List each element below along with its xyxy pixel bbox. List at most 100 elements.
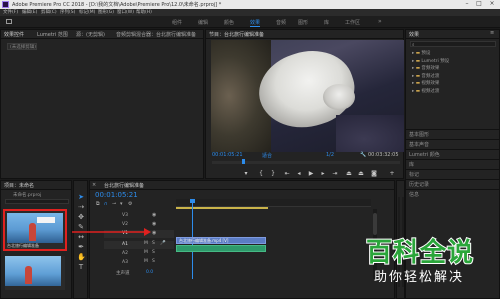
track-header-v3[interactable]: V3 ◉ <box>104 212 174 220</box>
mark-in-icon[interactable]: { <box>257 170 265 178</box>
export-frame-icon[interactable]: ◙ <box>370 170 378 178</box>
track-label: A2 <box>122 251 128 256</box>
tree-item-lumetri-presets[interactable]: ▸ ▬ Lumetri 预设 <box>412 58 449 66</box>
snap-icon[interactable]: ∩ <box>104 201 108 207</box>
lift-icon[interactable]: ⏏ <box>345 170 353 178</box>
menu-window[interactable]: 窗口(W) <box>117 9 134 15</box>
tree-item-audio-effects[interactable]: ▸ ▬ 音频效果 <box>412 65 449 73</box>
tab-effect-controls[interactable]: 效果控件 <box>4 31 24 38</box>
add-marker-icon[interactable]: ▾ <box>242 170 250 178</box>
clip-thumbnail[interactable] <box>5 256 65 290</box>
section-markers[interactable]: 标记 <box>409 171 419 178</box>
master-value[interactable]: 0.0 <box>146 270 153 275</box>
workspace-tab-effects[interactable]: 效果 <box>250 19 261 27</box>
section-essential-sound[interactable]: 基本声音 <box>409 141 429 148</box>
tree-item-presets[interactable]: ▸ ▬ 预设 <box>412 50 449 58</box>
minimize-button[interactable]: – <box>462 0 472 9</box>
tree-item-video-effects[interactable]: ▸ ▬ 视频效果 <box>412 80 449 88</box>
maximize-button[interactable]: □ <box>474 0 484 9</box>
playhead-marker[interactable] <box>242 159 245 164</box>
workspace-tab-color[interactable]: 颜色 <box>224 19 234 26</box>
panel-menu-icon[interactable]: ≡ <box>490 30 494 36</box>
type-tool-icon[interactable]: T <box>77 263 85 271</box>
fit-dropdown[interactable]: 适合 <box>262 152 272 159</box>
track-header-a1[interactable]: A1 M S 🎤 <box>104 241 174 249</box>
go-to-out-icon[interactable]: ⇥ <box>331 170 339 178</box>
section-lumetri-color[interactable]: Lumetri 颜色 <box>409 151 440 158</box>
mark-out-icon[interactable]: } <box>269 170 277 178</box>
extract-icon[interactable]: ⏏ <box>357 170 365 178</box>
solo-icon[interactable]: S <box>152 241 155 246</box>
settings-icon[interactable]: ⚙ <box>128 201 132 207</box>
track-header-a3[interactable]: A3 M S <box>104 259 174 267</box>
menu-marker[interactable]: 标记(M) <box>79 9 95 15</box>
menu-sequence[interactable]: 序列(S) <box>60 9 75 15</box>
mute-icon[interactable]: M <box>144 259 148 264</box>
resolution-dropdown[interactable]: 1/2 <box>326 152 334 158</box>
menu-file[interactable]: 文件(F) <box>3 9 18 15</box>
effects-title[interactable]: 效果 <box>409 31 419 38</box>
close-button[interactable]: × <box>487 0 497 9</box>
playhead-handle[interactable] <box>190 199 195 203</box>
clip-thumbnail-selected[interactable]: 台北旅行编辑准备 <box>3 209 67 251</box>
effects-search-input[interactable]: ⌕ <box>410 41 496 48</box>
timeline-tab[interactable]: 台北旅行编辑准备 <box>104 182 144 189</box>
eye-icon[interactable]: ◉ <box>152 212 156 218</box>
ripple-edit-tool-icon[interactable]: ✥ <box>77 213 85 221</box>
menu-graphics[interactable]: 图形(G) <box>98 9 114 15</box>
mute-icon[interactable]: M <box>144 250 148 255</box>
solo-icon[interactable]: S <box>152 259 155 264</box>
section-history[interactable]: 历史记录 <box>409 181 429 188</box>
nest-toggle-icon[interactable]: ⧉ <box>96 201 100 207</box>
go-to-in-icon[interactable]: ⇤ <box>283 170 291 178</box>
tab-audio-clip-mixer[interactable]: 音频剪辑混合器：台北旅行编辑准备 <box>116 31 196 38</box>
playhead-scrubber[interactable] <box>212 159 400 164</box>
tab-lumetri-scopes[interactable]: Lumetri 范围 <box>37 31 68 38</box>
menu-edit[interactable]: 编辑(E) <box>22 9 37 15</box>
hand-tool-icon[interactable]: ✋ <box>77 253 86 261</box>
workspace-tab-editing[interactable]: 编辑 <box>198 19 208 26</box>
selection-tool-icon[interactable]: ➤ <box>77 193 85 201</box>
workspace-overflow-icon[interactable]: » <box>378 18 382 25</box>
add-marker-icon[interactable]: ▾ <box>120 201 123 207</box>
workspace-tab-audio[interactable]: 音频 <box>276 19 286 26</box>
mute-icon[interactable]: M <box>144 241 148 246</box>
time-ruler[interactable] <box>176 199 371 207</box>
program-timecode[interactable]: 00:01:05:21 <box>212 152 243 158</box>
program-title[interactable]: 节目：台北旅行编辑准备 <box>209 31 264 38</box>
section-libraries[interactable]: 库 <box>409 161 414 168</box>
video-clip[interactable]: 台北旅行编辑准备.mp4 [V] <box>176 237 266 244</box>
step-back-icon[interactable]: ◂ <box>295 170 303 178</box>
mic-icon[interactable]: 🎤 <box>160 241 166 246</box>
linked-selection-icon[interactable]: ⊸ <box>112 201 116 207</box>
tab-source[interactable]: 源：(无剪辑) <box>76 31 105 38</box>
track-header-a2[interactable]: A2 M S <box>104 250 174 258</box>
audio-clip[interactable] <box>176 245 266 252</box>
timeline-timecode[interactable]: 00:01:05:21 <box>95 191 138 199</box>
section-info[interactable]: 信息 <box>409 191 419 198</box>
work-area-bar[interactable] <box>176 207 268 209</box>
button-editor-icon[interactable]: + <box>388 170 396 178</box>
wrench-icon[interactable]: 🔧 <box>360 152 366 158</box>
tree-item-video-transitions[interactable]: ▸ ▬ 视频过渡 <box>412 88 449 96</box>
workspace-tab-assembly[interactable]: 组件 <box>172 19 182 26</box>
menu-help[interactable]: 帮助(H) <box>136 9 152 15</box>
master-track-header[interactable]: 主声道 0.0 <box>104 269 174 277</box>
workspace-tab-more[interactable]: 工作区 <box>345 19 360 26</box>
pen-tool-icon[interactable]: ✒ <box>77 243 85 251</box>
home-icon[interactable] <box>6 19 12 24</box>
menu-clip[interactable]: 剪辑(C) <box>41 9 57 15</box>
project-search-input[interactable] <box>5 199 69 204</box>
project-title[interactable]: 项目：未命名 <box>4 182 34 189</box>
close-tab-icon[interactable]: × <box>92 182 96 188</box>
eye-icon[interactable]: ◉ <box>152 230 156 236</box>
workspace-tab-graphics[interactable]: 图形 <box>298 19 308 26</box>
step-forward-icon[interactable]: ▸ <box>319 170 327 178</box>
solo-icon[interactable]: S <box>152 250 155 255</box>
track-select-tool-icon[interactable]: ⇢ <box>77 203 85 211</box>
tree-item-audio-transitions[interactable]: ▸ ▬ 音频过渡 <box>412 73 449 81</box>
workspace-tab-libraries[interactable]: 库 <box>324 19 329 26</box>
eye-icon[interactable]: ◉ <box>152 221 156 227</box>
play-icon[interactable]: ▶ <box>307 170 315 178</box>
section-essential-graphics[interactable]: 基本图形 <box>409 131 429 138</box>
